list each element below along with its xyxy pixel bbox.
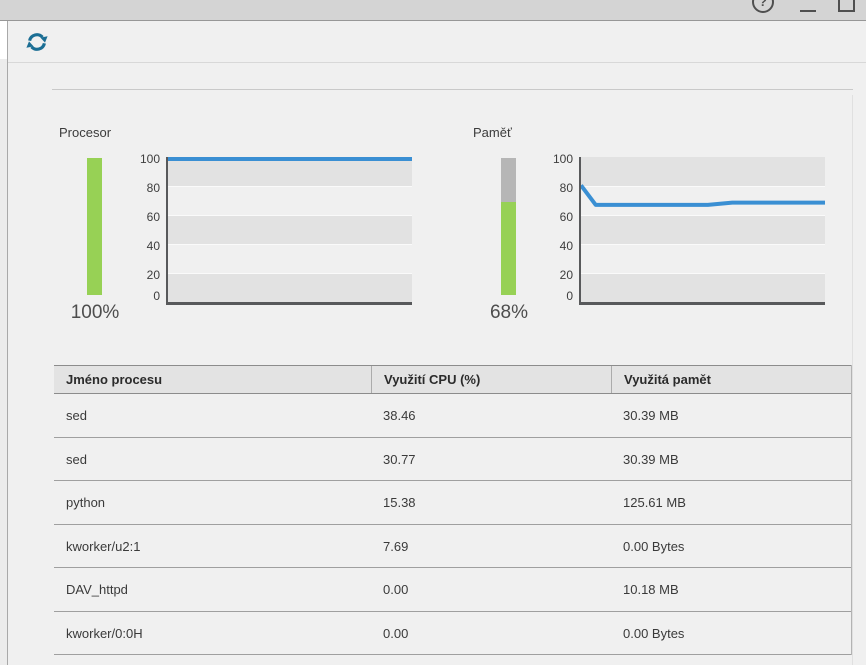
memory-section-title: Paměť	[473, 125, 512, 140]
y-axis-tick-label: 0	[126, 288, 160, 304]
help-icon[interactable]: ?	[752, 0, 774, 13]
toolbar	[8, 21, 866, 63]
system-monitor-window: ? Procesor	[0, 0, 866, 665]
refresh-button[interactable]	[24, 30, 50, 56]
column-header-memory-usage[interactable]: Využitá pamět	[611, 366, 852, 393]
process-table-body: sed38.4630.39 MBsed30.7730.39 MBpython15…	[54, 394, 851, 655]
y-axis-tick-label: 80	[539, 180, 573, 196]
memory-usage-cell: 125.61 MB	[611, 481, 852, 524]
table-row[interactable]: sed38.4630.39 MB	[54, 394, 851, 438]
cpu-usage-chart	[166, 157, 412, 305]
memory-usage-cell: 0.00 Bytes	[611, 525, 852, 568]
table-row[interactable]: DAV_httpd0.0010.18 MB	[54, 568, 851, 612]
process-name-cell: sed	[54, 394, 371, 437]
cpu-usage-cell: 38.46	[371, 394, 611, 437]
cpu-usage-cell: 0.00	[371, 568, 611, 611]
content-divider	[52, 89, 853, 90]
y-axis-tick-label: 20	[539, 267, 573, 283]
memory-usage-cell: 0.00 Bytes	[611, 612, 852, 655]
process-table-header: Jméno procesu Využití CPU (%) Využitá pa…	[54, 365, 851, 394]
memory-usage-cell: 30.39 MB	[611, 438, 852, 481]
y-axis-tick-label: 40	[126, 238, 160, 254]
y-axis-tick-label: 100	[126, 151, 160, 167]
cpu-percent-label: 100%	[66, 302, 124, 324]
process-name-cell: kworker/u2:1	[54, 525, 371, 568]
memory-usage-cell: 10.18 MB	[611, 568, 852, 611]
y-axis-tick-label: 40	[539, 238, 573, 254]
column-header-process-name[interactable]: Jméno procesu	[54, 366, 371, 393]
cpu-usage-cell: 0.00	[371, 612, 611, 655]
memory-chart-y-axis: 020406080100	[539, 157, 573, 307]
memory-gauge-fill	[501, 202, 516, 295]
column-header-cpu-usage[interactable]: Využití CPU (%)	[371, 366, 611, 393]
table-row[interactable]: kworker/u2:17.690.00 Bytes	[54, 525, 851, 569]
y-axis-tick-label: 20	[126, 267, 160, 283]
table-row[interactable]: sed30.7730.39 MB	[54, 438, 851, 482]
y-axis-tick-label: 60	[126, 209, 160, 225]
cpu-gauge	[87, 158, 102, 295]
memory-usage-cell: 30.39 MB	[611, 394, 852, 437]
memory-gauge	[501, 158, 516, 295]
minimize-icon[interactable]	[800, 10, 816, 12]
left-panel-edge	[0, 21, 8, 665]
cpu-chart-y-axis: 020406080100	[126, 157, 160, 307]
process-name-cell: sed	[54, 438, 371, 481]
process-table: Jméno procesu Využití CPU (%) Využitá pa…	[54, 365, 852, 655]
memory-percent-label: 68%	[480, 302, 538, 324]
table-row[interactable]: kworker/0:0H0.000.00 Bytes	[54, 612, 851, 656]
process-name-cell: DAV_httpd	[54, 568, 371, 611]
window-titlebar: ?	[0, 0, 866, 21]
memory-usage-chart	[579, 157, 825, 305]
cpu-usage-cell: 7.69	[371, 525, 611, 568]
y-axis-tick-label: 0	[539, 288, 573, 304]
y-axis-tick-label: 80	[126, 180, 160, 196]
cpu-usage-cell: 15.38	[371, 481, 611, 524]
table-row[interactable]: python15.38125.61 MB	[54, 481, 851, 525]
content-right-edge	[852, 95, 853, 665]
process-name-cell: kworker/0:0H	[54, 612, 371, 655]
process-name-cell: python	[54, 481, 371, 524]
cpu-gauge-fill	[87, 158, 102, 295]
y-axis-tick-label: 60	[539, 209, 573, 225]
refresh-icon	[25, 42, 49, 57]
cpu-usage-cell: 30.77	[371, 438, 611, 481]
maximize-icon[interactable]	[838, 0, 855, 12]
cpu-section-title: Procesor	[59, 125, 111, 140]
left-panel-highlight	[0, 21, 7, 59]
y-axis-tick-label: 100	[539, 151, 573, 167]
